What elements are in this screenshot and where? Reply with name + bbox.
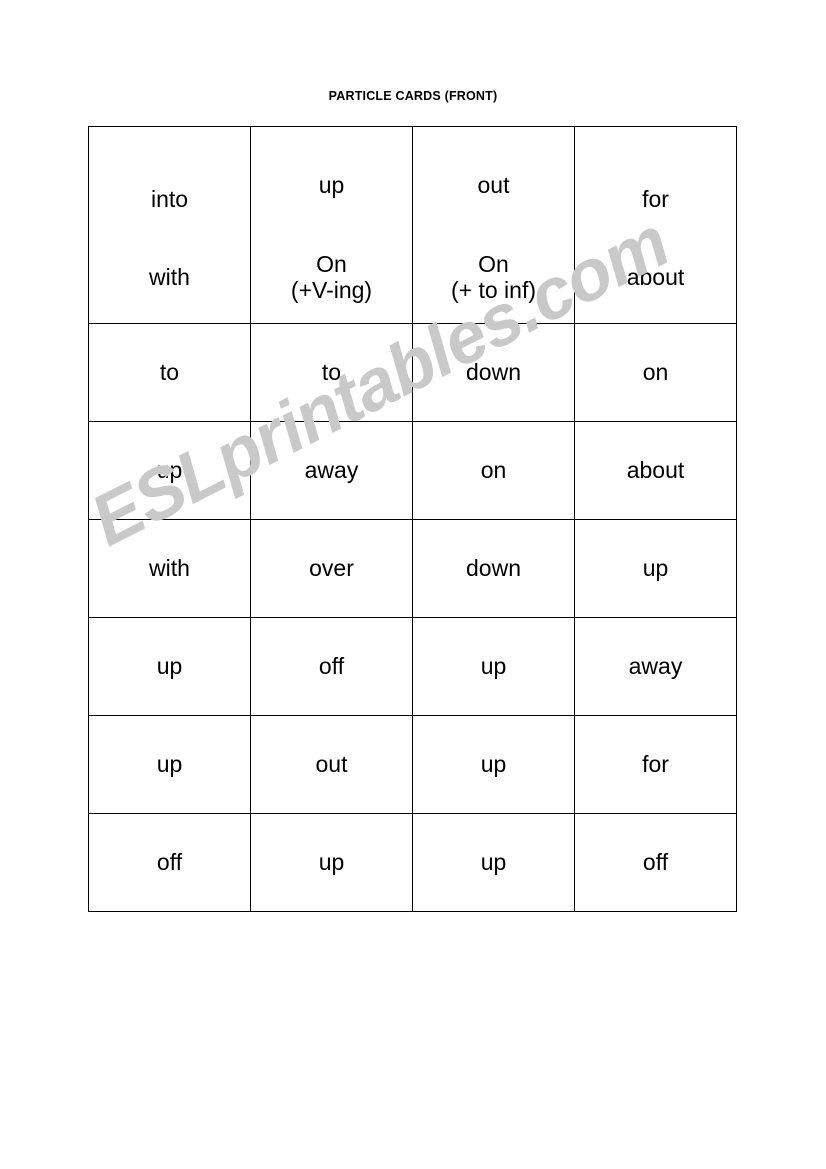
particle-card-cell[interactable]: out (250, 715, 413, 814)
table-row: with over down up (88, 519, 737, 618)
page-title: PARTICLE CARDS (FRONT) (328, 89, 498, 103)
particle-card-cell[interactable]: up (88, 715, 251, 814)
particle-card-cell[interactable]: for about (574, 126, 737, 324)
table-row: up away on about (88, 421, 737, 520)
card-content: up On (+V-ing) (251, 127, 412, 323)
particle-card-cell[interactable]: up (412, 617, 575, 716)
card-word-primary: for (642, 185, 669, 212)
particle-card-cell[interactable]: for (574, 715, 737, 814)
particle-card-cell[interactable]: to (250, 323, 413, 422)
particle-card-cell[interactable]: away (250, 421, 413, 520)
particle-card-cell[interactable]: down (412, 519, 575, 618)
particle-card-cell[interactable]: with (88, 519, 251, 618)
table-row: up off up away (88, 617, 737, 716)
card-word-secondary-main: about (626, 264, 685, 290)
card-content: into with (89, 127, 250, 323)
card-word-secondary-note: (+ to inf) (450, 277, 536, 304)
card-word-secondary-main: On (478, 250, 509, 277)
card-word-primary: up (318, 172, 345, 199)
card-content: for about (575, 127, 736, 323)
particle-card-cell[interactable]: up On (+V-ing) (250, 126, 413, 324)
particle-cards-table: into with up On (+V-ing) out On (+ to in… (88, 126, 737, 912)
card-word-secondary: On (+ to inf) (451, 251, 536, 304)
particle-card-cell[interactable]: over (250, 519, 413, 618)
particle-card-cell[interactable]: up (88, 617, 251, 716)
table-row: to to down on (88, 323, 737, 422)
card-word-secondary-main: On (316, 250, 347, 277)
particle-card-cell[interactable]: up (88, 421, 251, 520)
particle-card-cell[interactable]: up (412, 813, 575, 912)
particle-card-cell[interactable]: into with (88, 126, 251, 324)
particle-card-cell[interactable]: up (250, 813, 413, 912)
card-word-secondary: about (627, 264, 685, 290)
particle-card-cell[interactable]: up (574, 519, 737, 618)
card-word-secondary: On (+V-ing) (291, 251, 372, 304)
particle-card-cell[interactable]: away (574, 617, 737, 716)
table-row: off up up off (88, 813, 737, 912)
particle-card-cell[interactable]: out On (+ to inf) (412, 126, 575, 324)
particle-card-cell[interactable]: down (412, 323, 575, 422)
card-word-secondary: with (149, 264, 190, 290)
particle-card-cell[interactable]: on (574, 323, 737, 422)
card-word-secondary-note: (+V-ing) (290, 277, 373, 304)
card-word-secondary-main: with (149, 264, 190, 290)
particle-card-cell[interactable]: up (412, 715, 575, 814)
particle-card-cell[interactable]: about (574, 421, 737, 520)
table-row: into with up On (+V-ing) out On (+ to in… (88, 126, 737, 324)
card-word-primary: into (150, 185, 189, 212)
particle-card-cell[interactable]: off (250, 617, 413, 716)
worksheet-page: PARTICLE CARDS (FRONT) into with up On (… (0, 0, 826, 1169)
card-word-primary: out (477, 172, 510, 199)
particle-card-cell[interactable]: to (88, 323, 251, 422)
particle-card-cell[interactable]: off (574, 813, 737, 912)
card-content: out On (+ to inf) (413, 127, 574, 323)
table-row: up out up for (88, 715, 737, 814)
particle-card-cell[interactable]: on (412, 421, 575, 520)
particle-card-cell[interactable]: off (88, 813, 251, 912)
